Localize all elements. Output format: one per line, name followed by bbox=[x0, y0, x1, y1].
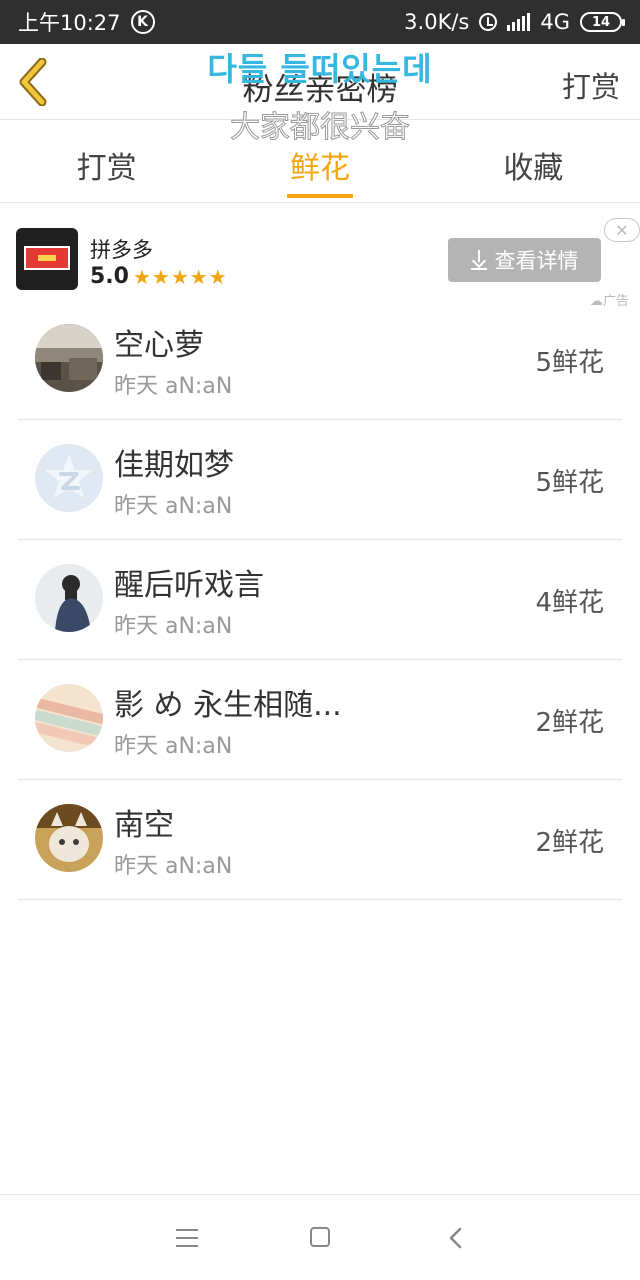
list-item-name: 影 め 永生相随... bbox=[114, 688, 342, 723]
system-nav-bar bbox=[0, 1194, 640, 1280]
list-item[interactable]: 空心萝 昨天 aN:aN 5鲜花 bbox=[18, 300, 622, 420]
ad-app-name: 拼多多 bbox=[90, 238, 153, 262]
list-item-name: 南空 bbox=[114, 808, 174, 843]
subtitle-korean: 다들 들떠있는데 bbox=[207, 50, 433, 88]
avatar[interactable] bbox=[35, 684, 103, 752]
k-icon: K bbox=[130, 10, 155, 34]
list-item-time: 昨天 aN:aN bbox=[114, 374, 233, 399]
home-icon[interactable] bbox=[310, 1227, 330, 1247]
ad-detail-label: 查看详情 bbox=[494, 249, 579, 273]
menu-icon[interactable] bbox=[176, 1229, 198, 1247]
list-item-name: 空心萝 bbox=[114, 328, 204, 363]
fan-list: 空心萝 昨天 aN:aN 5鲜花 佳期如梦 昨天 aN:aN 5鲜花 醒后听戏言… bbox=[18, 300, 622, 900]
battery-icon: 14 bbox=[580, 12, 625, 32]
star-icon: ★★★★★ bbox=[132, 264, 228, 289]
list-item-time: 昨天 aN:aN bbox=[114, 854, 233, 879]
ad-rating-value: 5.0 bbox=[90, 264, 129, 289]
close-icon[interactable]: ✕ bbox=[604, 218, 640, 242]
avatar[interactable] bbox=[35, 564, 103, 632]
ad-rating: 5.0 ★★★★★ bbox=[90, 264, 228, 289]
ad-banner[interactable]: 拼多多 5.0 ★★★★★ 查看详情 ✕ ☁广告 bbox=[0, 218, 640, 310]
avatar[interactable] bbox=[35, 804, 103, 872]
list-item-count: 2鲜花 bbox=[535, 828, 604, 858]
tab-reward[interactable]: 打赏 bbox=[0, 121, 213, 202]
tab-favorites[interactable]: 收藏 bbox=[427, 121, 640, 202]
list-item[interactable]: 南空 昨天 aN:aN 2鲜花 bbox=[18, 780, 622, 900]
back-arrow-icon[interactable] bbox=[446, 1227, 464, 1249]
list-item-time: 昨天 aN:aN bbox=[114, 614, 233, 639]
network-speed: 3.0K/s bbox=[404, 10, 470, 34]
tab-bar: 打赏 鲜花 收藏 bbox=[0, 121, 640, 203]
network-type: 4G bbox=[540, 10, 570, 34]
avatar[interactable] bbox=[35, 444, 103, 512]
list-item[interactable]: 佳期如梦 昨天 aN:aN 5鲜花 bbox=[18, 420, 622, 540]
list-item-name: 醒后听戏言 bbox=[114, 568, 264, 603]
list-item[interactable]: 醒后听戏言 昨天 aN:aN 4鲜花 bbox=[18, 540, 622, 660]
download-icon bbox=[470, 250, 487, 270]
ad-detail-button[interactable]: 查看详情 bbox=[448, 238, 601, 282]
tab-flowers[interactable]: 鲜花 bbox=[213, 121, 426, 202]
list-item[interactable]: 影 め 永生相随... 昨天 aN:aN 2鲜花 bbox=[18, 660, 622, 780]
status-time: 上午10:27 bbox=[18, 11, 121, 35]
app-screen: 上午10:27 K 3.0K/s 4G 14 粉丝亲密榜 打赏 다들 들떠있는데… bbox=[0, 0, 640, 1280]
avatar[interactable] bbox=[35, 324, 103, 392]
status-bar-right: 3.0K/s 4G 14 bbox=[404, 10, 625, 34]
signal-icon bbox=[507, 13, 531, 31]
status-bar: 上午10:27 K 3.0K/s 4G 14 bbox=[0, 0, 640, 44]
alarm-icon bbox=[479, 13, 498, 31]
list-item-count: 5鲜花 bbox=[535, 348, 604, 378]
list-item-time: 昨天 aN:aN bbox=[114, 734, 233, 759]
list-item-name: 佳期如梦 bbox=[114, 448, 234, 483]
list-item-time: 昨天 aN:aN bbox=[114, 494, 233, 519]
ad-app-logo[interactable] bbox=[16, 228, 78, 290]
list-item-count: 4鲜花 bbox=[535, 588, 604, 618]
header: 粉丝亲密榜 打赏 다들 들떠있는데 大家都很兴奋 bbox=[0, 44, 640, 146]
list-item-count: 2鲜花 bbox=[535, 708, 604, 738]
status-bar-left: 上午10:27 K bbox=[18, 7, 155, 37]
list-item-count: 5鲜花 bbox=[535, 468, 604, 498]
